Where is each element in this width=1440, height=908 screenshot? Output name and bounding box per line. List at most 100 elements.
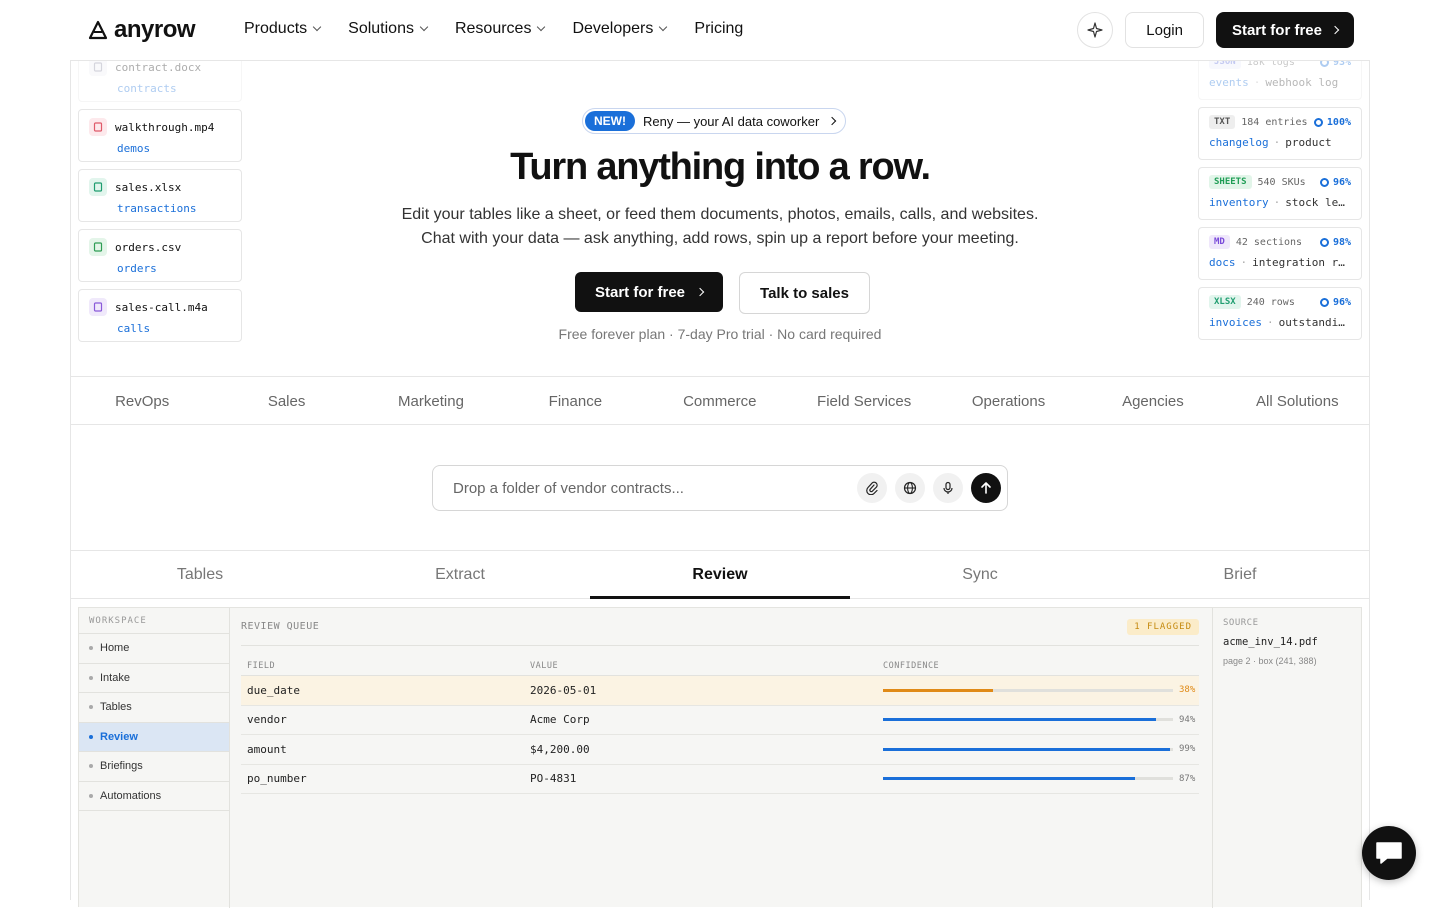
column-header-field: FIELD	[247, 660, 276, 671]
solution-link[interactable]: Finance	[503, 393, 647, 410]
solution-link[interactable]: Field Services	[792, 393, 936, 410]
confidence-ring-icon	[1313, 117, 1323, 127]
table-card-meta: JSON 18k logs 93%	[1209, 61, 1351, 69]
confidence-bar	[883, 777, 1173, 781]
confidence-percent: 99%	[1179, 744, 1196, 755]
hero-start-button[interactable]: Start for free	[575, 272, 724, 312]
sidebar-item-intake[interactable]: Intake	[79, 664, 229, 693]
document-icon	[89, 61, 107, 76]
workspace-sidebar: WORKSPACE Home Intake Tables Review Briefing…	[79, 608, 230, 908]
login-button[interactable]: Login	[1125, 12, 1204, 48]
tab-review[interactable]: Review	[590, 552, 850, 599]
start-free-button[interactable]: Start for free	[1215, 12, 1354, 48]
menu-products[interactable]: Products	[244, 20, 322, 38]
send-button[interactable]	[971, 473, 1001, 503]
new-pill: NEW!	[585, 111, 635, 131]
sidebar-item-review[interactable]: Review	[79, 722, 229, 752]
queue-header: REVIEW QUEUE 1 FLAGGED	[241, 608, 1199, 646]
sidebar-item-label: Automations	[100, 789, 162, 802]
confidence-ring-icon	[1319, 297, 1329, 307]
table-card[interactable]: JSON 18k logs 93% events · webhook log	[1198, 61, 1362, 100]
globe-icon	[903, 481, 917, 495]
solution-link[interactable]: Sales	[214, 393, 358, 410]
talk-to-sales-button[interactable]: Talk to sales	[739, 272, 870, 314]
prompt-section: Drop a folder of vendor contracts...	[70, 425, 1370, 551]
menu-label: Products	[244, 20, 308, 37]
confidence-fill	[883, 747, 1171, 751]
source-file[interactable]: acme_inv_14.pdf	[1223, 636, 1352, 648]
bullet-icon	[89, 734, 93, 739]
web-button[interactable]	[895, 473, 925, 503]
sidebar-item-briefings[interactable]: Briefings	[79, 752, 229, 782]
confidence-percent: 94%	[1179, 714, 1196, 725]
table-name: docs	[1209, 256, 1236, 269]
table-row[interactable]: amount $4,200.00 99%	[241, 735, 1199, 765]
ai-sparkle-button[interactable]	[1077, 12, 1114, 48]
menu-label: Resources	[454, 20, 532, 37]
hero-cta-row: Start for free Talk to sales	[575, 272, 870, 314]
row-count: 240 rows	[1246, 296, 1295, 308]
sidebar-item-tables[interactable]: Tables	[79, 693, 229, 723]
tab-sync[interactable]: Sync	[850, 552, 1110, 598]
badge-text: Reny — your AI data coworker	[643, 113, 820, 129]
file-card-row: sales-call.m4a	[89, 298, 231, 316]
chat-bubble-icon	[1376, 842, 1402, 864]
hero-fineprint: Free forever plan · 7-day Pro trial · No…	[558, 326, 882, 342]
feature-tabs: Tables Extract Review Sync Brief	[70, 552, 1370, 599]
tab-brief[interactable]: Brief	[1110, 552, 1370, 598]
table-row[interactable]: po_number PO-4831 87%	[241, 765, 1199, 794]
confidence-cell: 38%	[877, 685, 1199, 695]
format-tag: TXT	[1209, 115, 1236, 129]
bullet-icon	[89, 646, 93, 651]
solution-link[interactable]: RevOps	[70, 393, 214, 410]
menu-solutions[interactable]: Solutions	[348, 20, 429, 38]
menu-resources[interactable]: Resources	[454, 20, 546, 38]
app-preview: WORKSPACE Home Intake Tables Review Briefing…	[78, 607, 1362, 908]
solution-link[interactable]: Operations	[936, 393, 1080, 410]
flagged-badge: 1 FLAGGED	[1127, 618, 1199, 635]
confidence-bar	[883, 688, 1173, 692]
bullet-icon	[89, 705, 93, 710]
prompt-input[interactable]: Drop a folder of vendor contracts...	[432, 465, 1008, 511]
confidence-percent: 38%	[1179, 685, 1196, 696]
menu-label: Solutions	[348, 20, 414, 37]
solution-link[interactable]: Marketing	[359, 393, 503, 410]
logo-icon	[88, 20, 108, 40]
row-count: 184 entries	[1241, 116, 1308, 128]
attach-button[interactable]	[857, 473, 887, 503]
microphone-icon	[943, 481, 953, 494]
confidence-bar	[883, 718, 1173, 722]
row-count: 18k logs	[1246, 61, 1295, 68]
table-row[interactable]: due_date 2026-05-01 38%	[241, 676, 1199, 706]
chat-widget-button[interactable]	[1362, 826, 1416, 880]
voice-button[interactable]	[933, 473, 963, 503]
table-header: FIELD VALUE CONFIDENCE	[241, 656, 1199, 676]
sparkle-icon	[1087, 22, 1103, 38]
sidebar-item-automations[interactable]: Automations	[79, 782, 229, 811]
confidence-cell: 94%	[877, 715, 1199, 725]
announcement-badge[interactable]: NEW! Reny — your AI data coworker	[582, 108, 847, 134]
file-card[interactable]: contract.docx contracts	[78, 61, 242, 102]
format-tag: XLSX	[1209, 295, 1241, 309]
arrow-up-icon	[981, 482, 991, 494]
confidence-percent: 87%	[1179, 773, 1196, 784]
sidebar-item-label: Briefings	[100, 760, 143, 773]
menu-developers[interactable]: Developers	[572, 20, 668, 38]
table-row[interactable]: vendor Acme Corp 94%	[241, 706, 1199, 735]
confidence-bar	[883, 747, 1173, 751]
tab-tables[interactable]: Tables	[70, 552, 330, 598]
source-panel: SOURCE acme_inv_14.pdf page 2 · box (241…	[1212, 608, 1362, 908]
solution-link[interactable]: All Solutions	[1225, 393, 1369, 410]
solution-link[interactable]: Commerce	[648, 393, 792, 410]
table-card-meta: TXT 184 entries 100%	[1209, 115, 1351, 129]
sidebar-item-home[interactable]: Home	[79, 634, 229, 664]
menu-pricing[interactable]: Pricing	[694, 20, 743, 38]
table-card-meta: XLSX 240 rows 96%	[1209, 295, 1351, 309]
solution-link[interactable]: Agencies	[1081, 393, 1225, 410]
tab-extract[interactable]: Extract	[330, 552, 590, 598]
file-card-row: walkthrough.mp4	[89, 118, 231, 136]
queue-title: REVIEW QUEUE	[241, 621, 320, 632]
confidence-cell: 99%	[877, 744, 1199, 754]
logo[interactable]: anyrow	[86, 16, 196, 44]
nav-actions: Login Start for free	[1077, 12, 1354, 48]
